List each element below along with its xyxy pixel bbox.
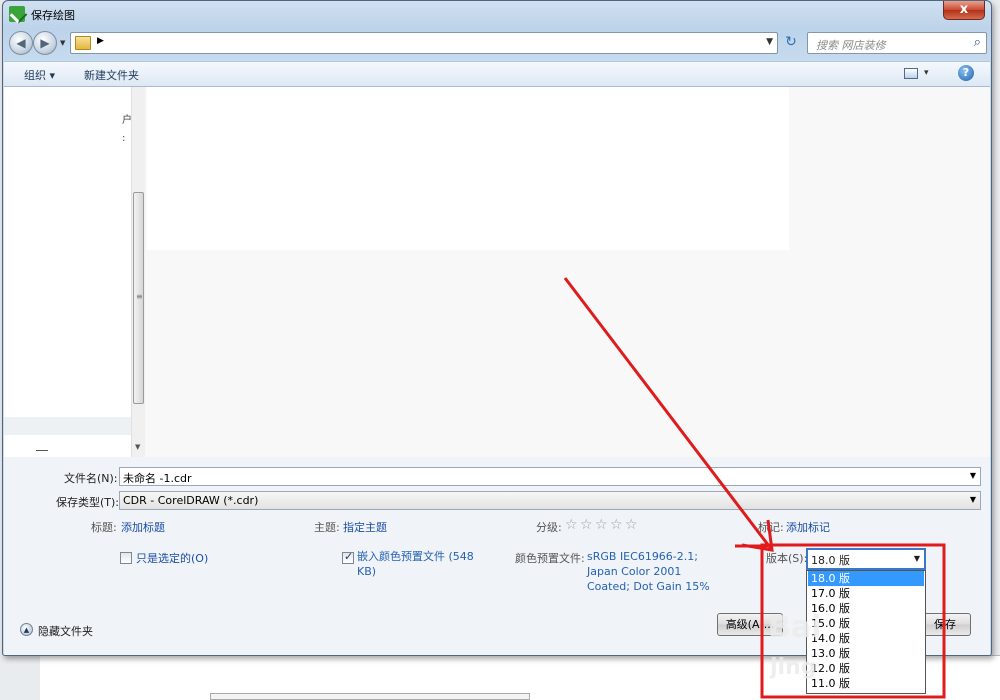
rating-star-icon[interactable]: ☆ [580, 517, 593, 533]
help-icon[interactable]: ? [958, 65, 974, 81]
rating-star-icon[interactable]: ☆ [610, 517, 623, 533]
version-label: 版本(S): [766, 552, 808, 565]
command-toolbar: 组织 ▾ 新建文件夹 ▾ ? [4, 61, 990, 87]
background-app-scrollbar [210, 693, 530, 700]
address-bar[interactable]: ▶ ▼ [70, 32, 778, 54]
search-icon[interactable]: ⌕ [974, 35, 981, 50]
title-label: 标题: [91, 521, 117, 534]
nav-pane-text-fragment: : [122, 133, 126, 144]
watermark-text: Bai [768, 610, 822, 645]
filename-value: 未命名 -1.cdr [123, 472, 192, 485]
color-profile-label: 颜色预置文件: [515, 552, 585, 565]
organize-button[interactable]: 组织 ▾ [24, 67, 55, 83]
navigation-bar: ◀ ▶ ▼ ▶ ▼ ↻ 搜索 网店装修 ⌕ [3, 29, 991, 59]
nav-pane-divider [36, 450, 48, 451]
filename-input[interactable]: 未命名 -1.cdr ▼ [119, 467, 981, 486]
file-browser: 户 : ≡ ▼ [4, 87, 990, 457]
version-dropdown-icon[interactable]: ▼ [914, 554, 920, 563]
version-option[interactable]: 16.0 版 [808, 601, 924, 616]
version-option[interactable]: 14.0 版 [808, 631, 924, 646]
view-options-icon[interactable] [904, 68, 918, 79]
file-list-pane[interactable] [145, 87, 990, 457]
hide-folders-button[interactable]: 隐藏文件夹 [38, 623, 93, 639]
file-list-area[interactable] [147, 87, 789, 250]
nav-pane-scrollbar[interactable]: ≡ ▼ [131, 87, 145, 457]
new-folder-button[interactable]: 新建文件夹 [84, 67, 139, 83]
version-option[interactable]: 13.0 版 [808, 646, 924, 661]
title-bar: 保存绘图 x [3, 1, 991, 27]
embed-profile-label[interactable]: 嵌入颜色预置文件 (548 [357, 549, 474, 564]
rating-star-icon[interactable]: ☆ [595, 517, 608, 533]
scroll-down-icon[interactable]: ▼ [135, 443, 140, 451]
tags-label: 标记: [758, 521, 784, 534]
search-placeholder: 搜索 网店装修 [816, 39, 886, 52]
version-option[interactable]: 17.0 版 [808, 586, 924, 601]
version-value: 18.0 版 [811, 554, 850, 567]
forward-button[interactable]: ▶ [33, 31, 57, 55]
subject-label: 主题: [314, 521, 340, 534]
address-dropdown-icon[interactable]: ▼ [766, 37, 773, 47]
watermark-text: jing [770, 655, 817, 680]
filetype-value: CDR - CorelDRAW (*.cdr) [123, 494, 259, 507]
search-input[interactable]: 搜索 网店装修 ⌕ [807, 32, 987, 54]
embed-profile-checkbox[interactable] [342, 550, 354, 564]
version-option[interactable]: 15.0 版 [808, 616, 924, 631]
selected-only-checkbox[interactable] [120, 552, 132, 564]
rating-label: 分级: [536, 521, 562, 534]
folder-icon [75, 36, 91, 50]
back-button[interactable]: ◀ [9, 31, 33, 55]
version-option[interactable]: 11.0 版 [808, 676, 924, 691]
version-option[interactable]: 18.0 版 [808, 571, 924, 586]
scrollbar-grip-icon: ≡ [136, 292, 143, 301]
navigation-pane[interactable]: 户 : [4, 87, 132, 457]
selected-only-label[interactable]: 只是选定的(O) [136, 550, 208, 566]
add-tags-link[interactable]: 添加标记 [786, 519, 830, 535]
recent-pages-dropdown-icon[interactable]: ▼ [60, 39, 65, 47]
rating-star-icon[interactable]: ☆ [625, 517, 638, 533]
filename-dropdown-icon[interactable]: ▼ [970, 471, 976, 480]
color-profile-value: sRGB IEC61966-2.1; [587, 550, 698, 563]
nav-pane-selected-row[interactable] [4, 417, 132, 435]
dialog-title: 保存绘图 [31, 9, 75, 22]
breadcrumb-arrow-icon[interactable]: ▶ [97, 36, 104, 46]
add-title-link[interactable]: 添加标题 [121, 519, 165, 535]
filetype-dropdown-icon[interactable]: ▼ [970, 495, 976, 504]
close-button[interactable]: x [943, 1, 985, 20]
view-dropdown-icon[interactable]: ▾ [924, 68, 929, 78]
filetype-select[interactable]: CDR - CorelDRAW (*.cdr) ▼ [119, 491, 981, 510]
coreldraw-app-icon [9, 6, 25, 22]
version-option[interactable]: 12.0 版 [808, 661, 924, 676]
version-select[interactable]: 18.0 版 ▼ [806, 548, 926, 570]
color-profile-value: Coated; Dot Gain 15% [587, 580, 710, 593]
filetype-label: 保存类型(T): [56, 496, 120, 509]
embed-profile-label[interactable]: KB) [357, 564, 376, 579]
color-profile-value: Japan Color 2001 [587, 565, 682, 578]
scrollbar-thumb[interactable]: ≡ [133, 192, 144, 404]
rating-star-icon[interactable]: ☆ [565, 517, 578, 533]
filename-label: 文件名(N): [64, 472, 118, 485]
save-button[interactable]: 保存 [919, 613, 971, 636]
version-dropdown-list: 18.0 版 17.0 版 16.0 版 15.0 版 14.0 版 13.0 … [806, 570, 926, 694]
add-subject-link[interactable]: 指定主题 [343, 519, 387, 535]
refresh-icon[interactable]: ↻ [781, 33, 801, 53]
hide-folders-icon[interactable]: ▲ [20, 623, 33, 636]
